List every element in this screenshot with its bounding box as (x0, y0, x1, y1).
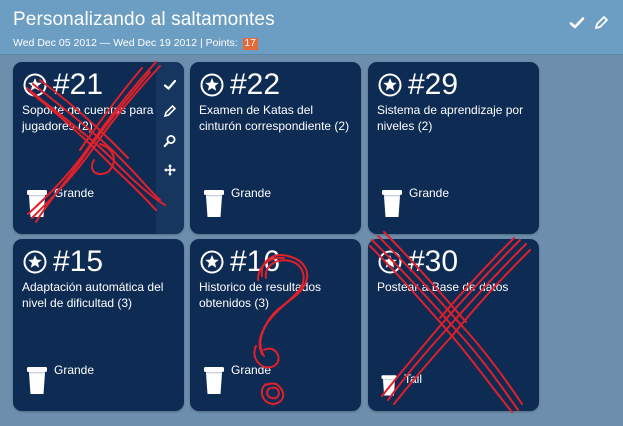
star-icon (23, 250, 47, 274)
story-card[interactable]: #22 Examen de Katas del cinturón corresp… (190, 62, 361, 234)
story-card[interactable]: #29 Sistema de aprendizaje por niveles (… (368, 62, 539, 234)
card-description: Examen de Katas del cinturón correspondi… (199, 103, 350, 133)
card-tools (156, 62, 184, 234)
coffee-cup-icon (202, 187, 226, 219)
points-badge: 17 (242, 38, 258, 50)
coffee-cup-icon (25, 364, 49, 396)
star-icon (200, 73, 224, 97)
story-meta: Wed Dec 05 2012 — Wed Dec 19 2012 | Poin… (13, 37, 258, 50)
star-icon (378, 250, 402, 274)
coffee-cup-icon (380, 373, 398, 397)
coffee-cup-icon (380, 187, 404, 219)
card-size: Grande (54, 186, 95, 200)
card-description: Postear a Base de datos (377, 280, 509, 294)
check-icon[interactable] (163, 78, 177, 92)
coffee-cup-icon (202, 364, 226, 396)
card-number: #21 (53, 68, 104, 101)
card-description: Historico de resultados obtenidos (3) (199, 280, 322, 310)
story-card[interactable]: #30 Postear a Base de datos Tall (368, 239, 539, 411)
card-number: #30 (408, 245, 459, 278)
card-number: #16 (230, 245, 281, 278)
card-description: Adaptación automática del nivel de dific… (22, 280, 164, 310)
story-card[interactable]: #15 Adaptación automática del nivel de d… (13, 239, 184, 411)
coffee-cup-icon (25, 187, 49, 219)
card-size: Grande (54, 363, 95, 377)
date-range: Wed Dec 05 2012 — Wed Dec 19 2012 (13, 37, 198, 49)
card-size: Grande (231, 363, 272, 377)
story-header: Personalizando al saltamontes Wed Dec 05… (0, 0, 623, 55)
story-card[interactable]: #16 Historico de resultados obtenidos (3… (190, 239, 361, 411)
move-icon[interactable] (163, 163, 177, 177)
star-icon (378, 73, 402, 97)
card-size: Grande (409, 186, 450, 200)
page-title: Personalizando al saltamontes (13, 9, 275, 30)
card-number: #29 (408, 68, 459, 101)
header-actions (569, 15, 609, 31)
story-board: #21 Soporte de cuentas para más jugadore… (0, 56, 623, 426)
card-description: Sistema de aprendizaje por niveles (2) (377, 103, 524, 133)
story-card[interactable]: #21 Soporte de cuentas para más jugadore… (13, 62, 184, 234)
card-number: #22 (230, 68, 281, 101)
check-icon[interactable] (569, 15, 585, 31)
star-icon (200, 250, 224, 274)
card-number: #15 (53, 245, 104, 278)
search-icon[interactable] (163, 134, 177, 148)
card-size: Tall (404, 372, 423, 386)
card-size: Grande (231, 186, 272, 200)
star-icon (23, 73, 47, 97)
pencil-icon[interactable] (163, 104, 177, 118)
points-label: | Points: (199, 37, 238, 49)
pencil-icon[interactable] (593, 15, 609, 31)
